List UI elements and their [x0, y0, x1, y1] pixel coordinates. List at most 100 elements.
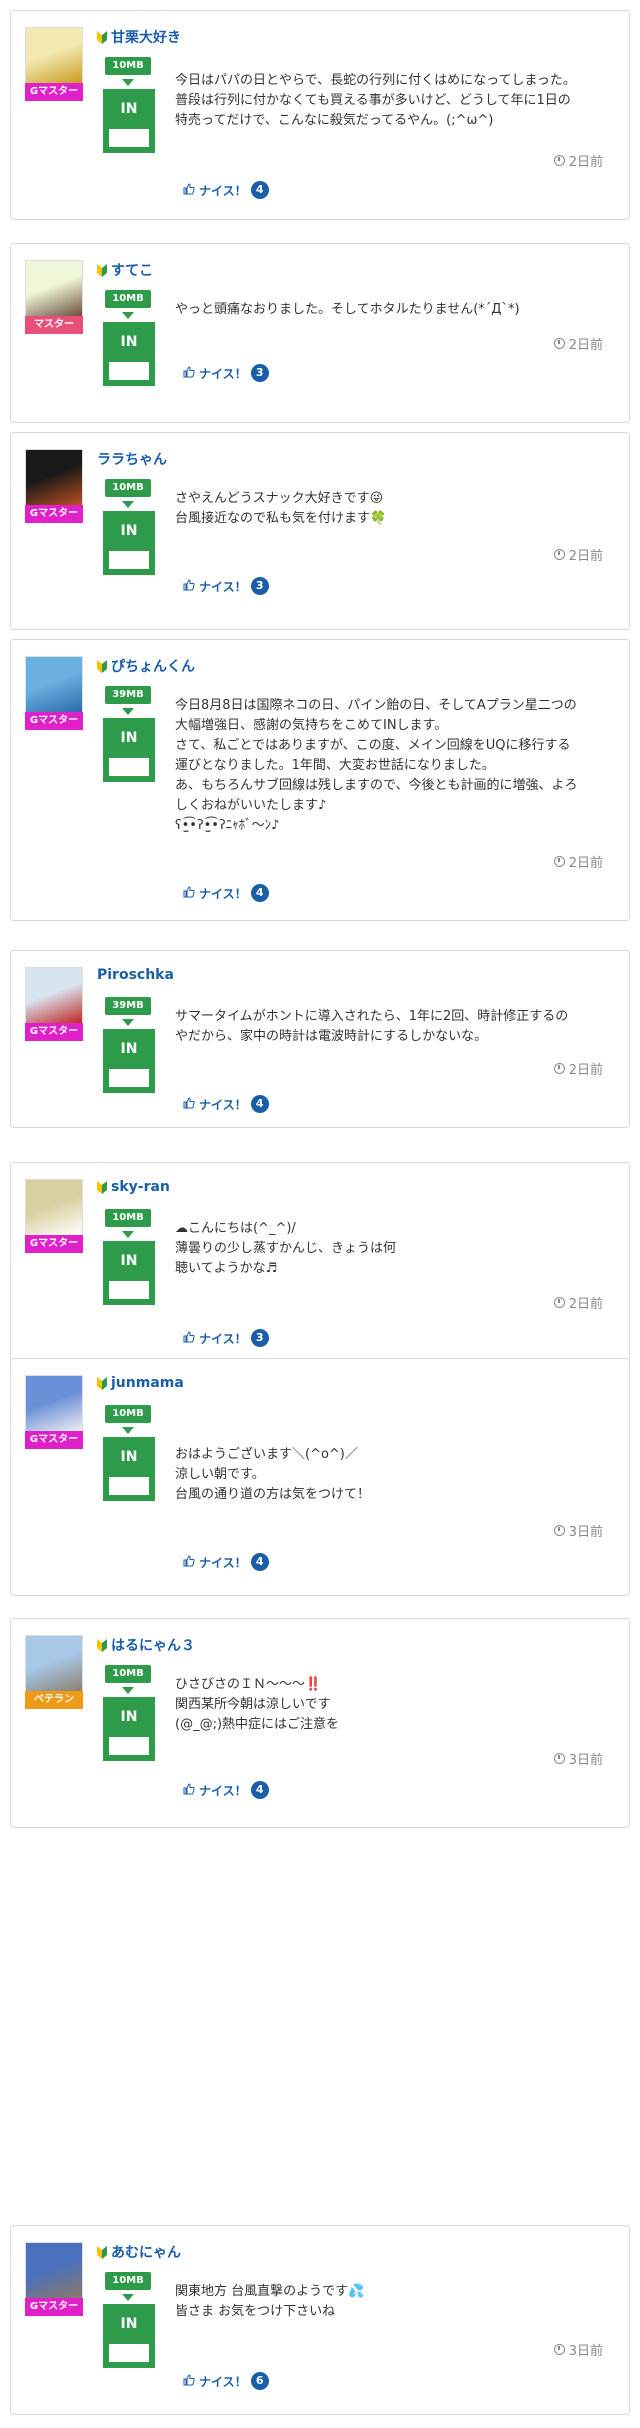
nice-button[interactable]: ナイス！ 4 — [183, 1095, 269, 1113]
user-name-link[interactable]: すてこ — [97, 260, 153, 280]
in-box-icon: IN — [103, 2304, 155, 2368]
post-message: サマータイムがホントに導入されたら、1年に2回、時計修正するの やだから、家中の… — [175, 1009, 569, 1044]
avatar[interactable] — [25, 27, 83, 85]
beginner-leaf-icon — [97, 263, 107, 277]
avatar[interactable] — [25, 2242, 83, 2300]
data-amount-tag: 10MB — [105, 1209, 151, 1227]
post-time: 2日前 — [553, 1293, 603, 1312]
avatar[interactable] — [25, 260, 83, 318]
clock-icon — [553, 338, 565, 349]
beginner-leaf-icon — [97, 2245, 107, 2259]
clock-icon — [553, 856, 565, 867]
post-card: ベテラン はるにゃん３ 10MB IN ひさびさのＩＮ〜〜〜‼️ 関西某所今朝は涼しいで… — [10, 1618, 630, 1828]
rank-badge: Gマスター — [25, 2298, 83, 2316]
user-name: 甘栗大好き — [111, 30, 181, 46]
in-box-icon: IN — [103, 1241, 155, 1305]
post-time: 2日前 — [553, 852, 603, 871]
rank-badge: ベテラン — [25, 1691, 83, 1709]
in-label: IN — [109, 1697, 149, 1737]
in-box-icon: IN — [103, 1697, 155, 1761]
post-card: Gマスター ララちゃん 10MB IN さやえんどうスナック大好きです😜 台風接近なので… — [10, 432, 630, 630]
thumbs-up-icon — [183, 365, 195, 381]
avatar[interactable] — [25, 1635, 83, 1693]
avatar[interactable] — [25, 967, 83, 1025]
in-label: IN — [109, 2304, 149, 2344]
in-box-icon: IN — [103, 1437, 155, 1501]
nice-button[interactable]: ナイス！ 6 — [183, 2372, 269, 2390]
beginner-leaf-icon — [97, 659, 107, 673]
beginner-leaf-icon — [97, 1180, 107, 1194]
nice-count: 4 — [250, 884, 269, 902]
time-text: 3日前 — [568, 2344, 603, 2359]
post-card: マスター すてこ 10MB IN やっと頭痛なおりました。そしてホタルたりません(*´Д… — [10, 243, 630, 423]
clock-icon — [553, 155, 565, 166]
nice-button[interactable]: ナイス！ 4 — [183, 181, 269, 199]
avatar[interactable] — [25, 449, 83, 507]
user-name-link[interactable]: sky-ran — [97, 1179, 170, 1195]
clock-icon — [553, 1753, 565, 1764]
clock-icon — [553, 1063, 565, 1074]
user-name: すてこ — [111, 263, 154, 279]
down-arrow-icon — [122, 2294, 134, 2301]
nice-label: ナイス！ — [199, 1331, 247, 1346]
in-box-icon: IN — [103, 1029, 155, 1093]
data-amount-tag: 10MB — [105, 1405, 151, 1423]
down-arrow-icon — [122, 708, 134, 715]
down-arrow-icon — [122, 1231, 134, 1238]
post-time: 2日前 — [553, 545, 603, 564]
in-label: IN — [109, 1029, 149, 1069]
data-amount-tag: 39MB — [105, 997, 151, 1015]
nice-label: ナイス！ — [199, 366, 247, 381]
down-arrow-icon — [122, 79, 134, 86]
in-label: IN — [109, 1437, 149, 1477]
post-time: 3日前 — [553, 2340, 603, 2359]
user-name: Piroschka — [97, 967, 174, 983]
time-text: 2日前 — [568, 1063, 603, 1078]
nice-button[interactable]: ナイス！ 3 — [183, 1329, 269, 1347]
in-box-icon: IN — [103, 322, 155, 386]
time-text: 2日前 — [568, 856, 603, 871]
thumbs-up-icon — [183, 182, 195, 198]
in-label: IN — [109, 89, 149, 129]
user-name-link[interactable]: Piroschka — [97, 967, 174, 983]
thumbs-up-icon — [183, 1330, 195, 1346]
nice-button[interactable]: ナイス！ 3 — [183, 577, 269, 595]
user-name-link[interactable]: はるにゃん３ — [97, 1635, 195, 1655]
nice-label: ナイス！ — [199, 2374, 247, 2389]
post-card: Gマスター あむにゃん 10MB IN 関東地方 台風直撃のようです💦 皆さま お気をつ… — [10, 2225, 630, 2415]
clock-icon — [553, 549, 565, 560]
user-name-link[interactable]: ぴちょんくん — [97, 656, 195, 676]
post-message: やっと頭痛なおりました。そしてホタルたりません(*´Д`*) — [175, 302, 520, 317]
data-amount-tag: 10MB — [105, 57, 151, 75]
post-card: Gマスター Piroschka 39MB IN サマータイムがホントに導入されたら、1年… — [10, 950, 630, 1128]
nice-button[interactable]: ナイス！ 4 — [183, 1553, 269, 1571]
nice-button[interactable]: ナイス！ 4 — [183, 1781, 269, 1799]
data-amount-tag: 10MB — [105, 290, 151, 308]
user-name-link[interactable]: あむにゃん — [97, 2242, 181, 2262]
data-amount-tag: 10MB — [105, 1665, 151, 1683]
clock-icon — [553, 1525, 565, 1536]
avatar[interactable] — [25, 1179, 83, 1237]
post-card: Gマスター 甘栗大好き 10MB IN 今日はパパの日とやらで、長蛇の行列に付くはめにな… — [10, 10, 630, 220]
user-name-link[interactable]: ララちゃん — [97, 449, 167, 469]
avatar[interactable] — [25, 1375, 83, 1433]
avatar[interactable] — [25, 656, 83, 714]
thumbs-up-icon — [183, 1554, 195, 1570]
user-name-link[interactable]: junmama — [97, 1375, 184, 1391]
post-card: Gマスター ぴちょんくん 39MB IN 今日8月8日は国際ネコの日、パイン飴の日、そし… — [10, 639, 630, 921]
post-time: 3日前 — [553, 1749, 603, 1768]
beginner-leaf-icon — [97, 30, 107, 44]
beginner-leaf-icon — [97, 1638, 107, 1652]
thumbs-up-icon — [183, 1782, 195, 1798]
user-name-link[interactable]: 甘栗大好き — [97, 27, 181, 47]
down-arrow-icon — [122, 501, 134, 508]
in-label: IN — [109, 322, 149, 362]
down-arrow-icon — [122, 1019, 134, 1026]
nice-button[interactable]: ナイス！ 3 — [183, 364, 269, 382]
nice-button[interactable]: ナイス！ 4 — [183, 884, 269, 902]
rank-badge: Gマスター — [25, 1023, 83, 1041]
down-arrow-icon — [122, 1427, 134, 1434]
post-time: 3日前 — [553, 1521, 603, 1540]
nice-count: 4 — [250, 1095, 269, 1113]
post-message: 今日8月8日は国際ネコの日、パイン飴の日、そしてAプラン星二つの 大幅増強日、感… — [175, 698, 578, 833]
